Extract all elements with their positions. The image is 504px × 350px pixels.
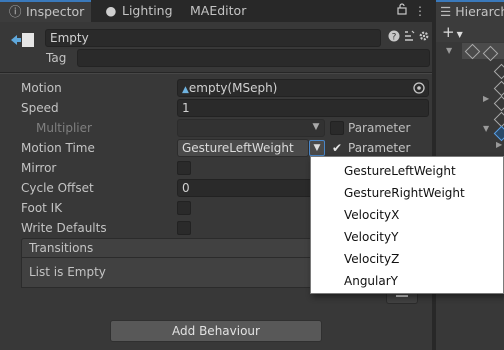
hierarchy-icon: ☰ <box>440 4 452 19</box>
motion-time-label: Motion Time <box>21 141 95 155</box>
add-behaviour-button[interactable]: Add Behaviour <box>110 320 322 342</box>
motion-time-dropdown[interactable]: GestureLeftWeight <box>177 139 309 157</box>
tag-field[interactable] <box>77 49 430 67</box>
dropdown-option[interactable]: GestureRightWeight <box>344 182 465 204</box>
kebab-menu-icon[interactable]: ⋮ <box>412 2 428 20</box>
lock-icon[interactable] <box>394 2 410 20</box>
animation-clip-icon: ▲ <box>182 85 189 95</box>
multiplier-parameter-label: Parameter <box>348 121 411 135</box>
dropdown-option[interactable]: VelocityY <box>344 226 398 248</box>
hierarchy-add-button[interactable]: + ▼ <box>436 22 504 42</box>
expand-arrow-icon[interactable]: ▶ <box>496 140 502 149</box>
tab-maeditor[interactable]: MAEditor <box>186 0 256 22</box>
expand-arrow-icon[interactable]: ▼ <box>446 46 452 55</box>
expand-arrow-icon[interactable]: ▼ <box>483 124 489 133</box>
dropdown-option[interactable]: VelocityX <box>344 204 399 226</box>
motion-time-parameter-checkbox[interactable]: ✔ <box>330 141 344 155</box>
object-name-field[interactable]: Empty <box>45 29 381 47</box>
dropdown-option[interactable]: AngularY <box>344 270 398 292</box>
dropdown-option[interactable]: VelocityZ <box>344 248 399 270</box>
chevron-down-icon: ▼ <box>312 122 320 132</box>
minus-icon <box>396 295 408 297</box>
multiplier-label: Multiplier <box>36 121 92 135</box>
motion-label: Motion <box>21 81 62 95</box>
motion-time-dropdown-menu: GestureLeftWeight GestureRightWeight Vel… <box>310 156 504 294</box>
chevron-down-icon: ▼ <box>313 143 321 153</box>
speed-field[interactable]: 1 <box>177 99 429 117</box>
motion-time-dropdown-button[interactable]: ▼ <box>309 140 325 156</box>
help-icon[interactable]: ? <box>387 30 401 46</box>
cycle-offset-label: Cycle Offset <box>21 181 94 195</box>
dropdown-option[interactable]: GestureLeftWeight <box>344 160 456 182</box>
write-defaults-label: Write Defaults <box>21 221 107 235</box>
multiplier-parameter-checkbox[interactable] <box>330 121 344 135</box>
lightbulb-icon: ● <box>105 3 117 18</box>
object-picker-icon[interactable] <box>412 81 426 95</box>
mirror-label: Mirror <box>21 161 57 175</box>
svg-text:?: ? <box>392 32 397 42</box>
chevron-down-icon: ▼ <box>456 30 463 39</box>
motion-field[interactable]: ▲empty(MSeph) <box>177 79 429 97</box>
write-defaults-checkbox[interactable] <box>177 221 191 235</box>
expand-arrow-icon[interactable]: ▶ <box>483 94 489 103</box>
info-icon: ⓘ <box>9 4 22 19</box>
tab-hierarchy[interactable]: ☰Hierarchy <box>436 0 504 22</box>
foot-ik-checkbox[interactable] <box>177 201 191 215</box>
header-divider-highlight <box>0 73 432 74</box>
foot-ik-label: Foot IK <box>21 201 63 215</box>
gear-icon[interactable] <box>417 30 431 46</box>
motion-time-parameter-label: Parameter <box>348 141 411 155</box>
speed-label: Speed <box>21 101 59 115</box>
preset-settings-icon[interactable] <box>402 30 416 46</box>
multiplier-dropdown[interactable] <box>177 119 325 137</box>
mirror-checkbox[interactable] <box>177 161 191 175</box>
tag-label: Tag <box>46 51 67 65</box>
tab-lighting[interactable]: ● Lighting <box>99 0 179 22</box>
tab-inspector[interactable]: ⓘ Inspector <box>0 0 91 22</box>
gameobject-icon <box>10 30 36 50</box>
